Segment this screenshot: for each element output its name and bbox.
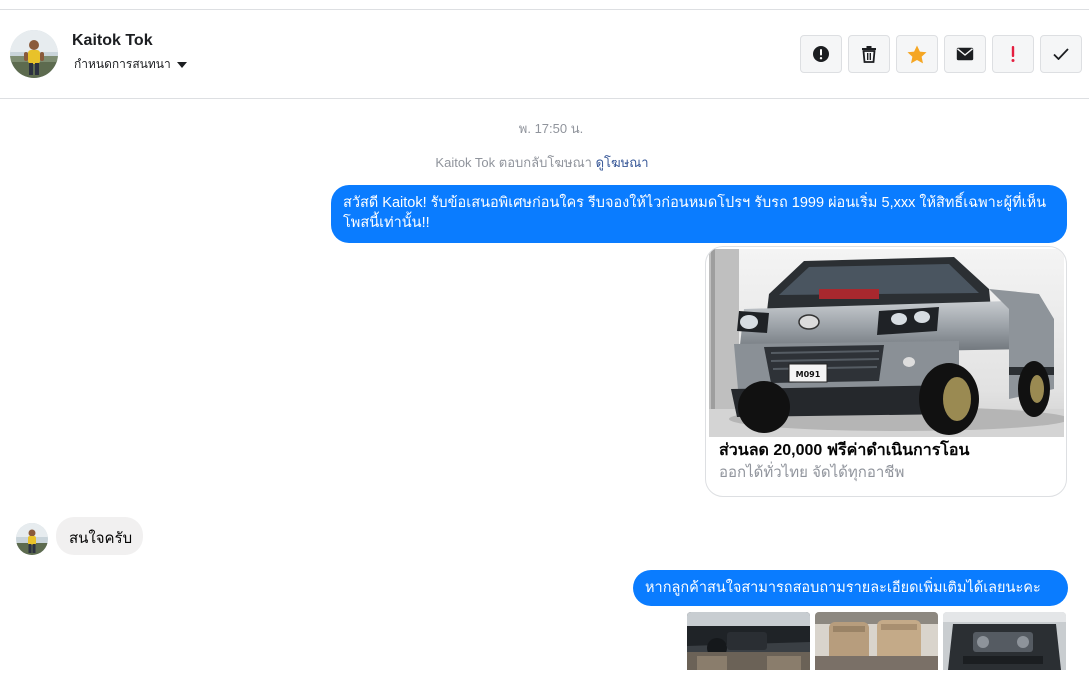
mark-unread-button[interactable] xyxy=(944,35,986,73)
info-circle-icon xyxy=(813,46,829,62)
attachment-thumbnail[interactable] xyxy=(815,612,938,670)
contact-name[interactable]: Kaitok Tok xyxy=(72,32,153,50)
attachment-thumbnail[interactable] xyxy=(943,612,1066,670)
envelope-icon xyxy=(956,47,974,61)
view-ad-link[interactable]: ดูโฆษณา xyxy=(596,155,649,170)
checkmark-icon xyxy=(1053,48,1069,60)
ad-reply-text: Kaitok Tok ตอบกลับโฆษณา xyxy=(435,155,592,170)
outgoing-message[interactable]: หากลูกค้าสนใจสามารถสอบถามรายละเอียดเพิ่ม… xyxy=(633,570,1068,606)
star-icon xyxy=(907,45,927,63)
incoming-message[interactable]: สนใจครับ xyxy=(56,517,143,555)
ad-card-subtitle: ออกได้ทั่วไทย จัดได้ทุกอาชีพ xyxy=(719,464,905,481)
conversation-header: Kaitok Tok กำหนดการสนทนา xyxy=(0,10,1089,99)
star-button[interactable] xyxy=(896,35,938,73)
conversation-label-text: กำหนดการสนทนา xyxy=(74,57,171,71)
license-plate: M091 xyxy=(796,370,821,379)
sender-avatar[interactable] xyxy=(16,523,48,555)
info-button[interactable] xyxy=(800,35,842,73)
follow-up-button[interactable] xyxy=(992,35,1034,73)
conversation-actions xyxy=(800,35,1082,73)
ad-car-image[interactable]: M091 xyxy=(709,249,1064,437)
conversation-label-dropdown[interactable]: กำหนดการสนทนา xyxy=(74,55,187,74)
caret-down-icon xyxy=(176,62,187,68)
outgoing-message[interactable]: สวัสดี Kaitok! รับข้อเสนอพิเศษก่อนใคร รี… xyxy=(331,185,1067,243)
trash-icon xyxy=(862,46,876,63)
contact-avatar[interactable] xyxy=(10,30,58,78)
exclamation-icon xyxy=(1011,46,1015,62)
attachment-thumbnail[interactable] xyxy=(687,612,810,670)
message-timestamp: พ. 17:50 น. xyxy=(518,121,584,136)
ad-card[interactable]: M091 ส่วนลด 20,000 ฟรีค่าดำเนินการโอน ออ… xyxy=(705,246,1067,497)
attachment-thumbnails xyxy=(687,612,1066,670)
delete-button[interactable] xyxy=(848,35,890,73)
ad-reply-notice: Kaitok Tok ตอบกลับโฆษณา ดูโฆษณา xyxy=(0,152,1084,173)
mark-done-button[interactable] xyxy=(1040,35,1082,73)
